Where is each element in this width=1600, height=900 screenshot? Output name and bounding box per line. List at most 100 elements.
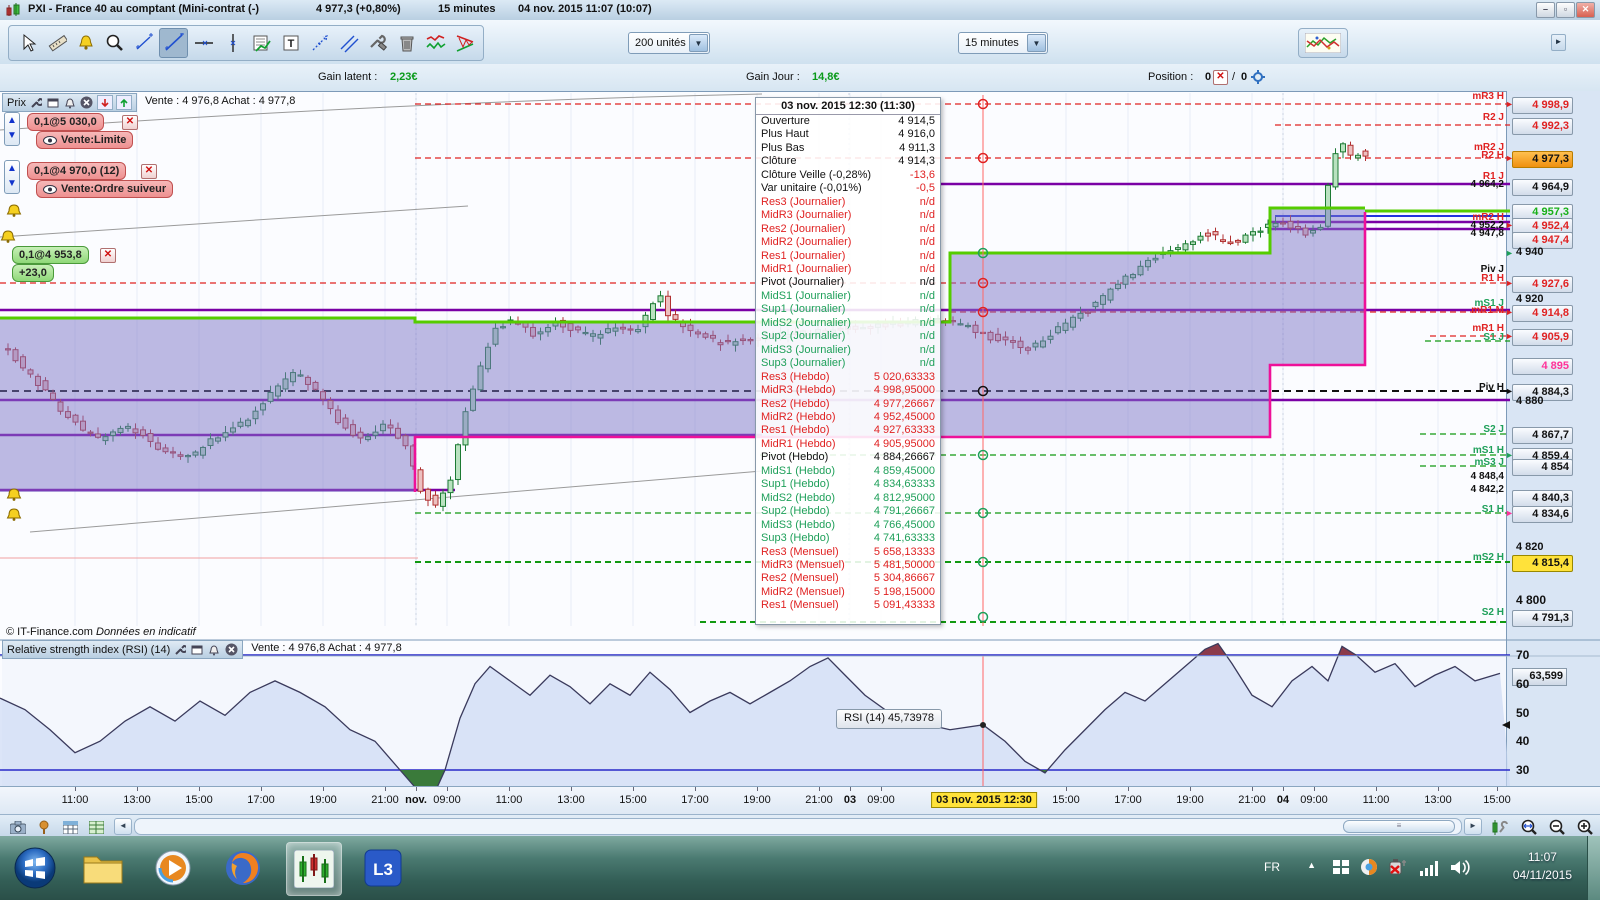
- tooltip-row: MidR3 (Mensuel) 5 481,50000: [761, 558, 935, 571]
- scroll-right-button[interactable]: ►: [1464, 818, 1482, 835]
- buy-arrow-icon[interactable]: [115, 95, 132, 110]
- snapshot-icon[interactable]: [6, 817, 30, 837]
- tools-tool-button[interactable]: [364, 29, 391, 57]
- toolbar-overflow-arrow[interactable]: ►: [1551, 34, 1566, 51]
- sell-arrow-icon[interactable]: [96, 95, 113, 110]
- position-settings-icon[interactable]: [1250, 69, 1266, 85]
- pattern-zigzag-tool-button[interactable]: [422, 29, 449, 57]
- clock-time: 11:07: [1527, 850, 1557, 864]
- taskbar-explorer-icon[interactable]: [76, 842, 130, 894]
- time-axis-label: 09:00: [433, 794, 461, 806]
- minimize-button[interactable]: –: [1536, 2, 1555, 18]
- price-axis-label: 4 815,4: [1512, 554, 1573, 572]
- price-axis-tick: 4 820: [1516, 541, 1544, 553]
- tray-app-icon[interactable]: [1360, 858, 1378, 876]
- drawing-tools-group: T: [8, 25, 484, 61]
- time-axis-label: nov.: [405, 794, 427, 806]
- maximize-button[interactable]: ▫: [1556, 2, 1575, 18]
- tooltip-row: Sup3 (Hebdo) 4 741,63333: [761, 532, 935, 545]
- rsi-axis-tick: 50: [1516, 706, 1530, 720]
- start-button[interactable]: [8, 842, 62, 894]
- pattern-triangle-tool-button[interactable]: [451, 29, 478, 57]
- wrench-icon[interactable]: [29, 96, 43, 109]
- price-axis-label: 4 998,9: [1512, 96, 1573, 114]
- cancel-order-icon[interactable]: ✕: [100, 248, 116, 263]
- time-tick: [1066, 787, 1067, 791]
- units-select-arrow-icon[interactable]: ▼: [689, 34, 708, 52]
- position-pnl-pill[interactable]: +23,0: [12, 264, 54, 282]
- price-panel-header: Prix Vente : 4 976,8 Achat : 4 977,8: [2, 93, 295, 112]
- close-button[interactable]: ✕: [1576, 2, 1595, 18]
- time-axis-label: 11:00: [1362, 794, 1390, 806]
- close-panel-icon[interactable]: [224, 643, 238, 656]
- alarm-tool-button[interactable]: [72, 29, 99, 57]
- pin-icon[interactable]: [32, 817, 56, 837]
- segment-tool-button[interactable]: [130, 29, 157, 57]
- order-type-pill[interactable]: Vente:Limite: [36, 131, 134, 149]
- zoom-out-icon[interactable]: [1544, 817, 1568, 837]
- wrench-icon[interactable]: [173, 643, 187, 656]
- zoom-in-icon[interactable]: [1572, 817, 1596, 837]
- alarm-icon[interactable]: [63, 96, 77, 109]
- taskbar-l3-icon[interactable]: L3: [356, 842, 410, 894]
- chart-settings-icon[interactable]: [1488, 817, 1512, 837]
- language-indicator[interactable]: FR: [1264, 860, 1280, 874]
- time-axis[interactable]: 11:00 13:00 15:00 17:00 19:00 21:00 nov. 09:00 1…: [0, 786, 1600, 815]
- position-separator: /: [1232, 71, 1236, 83]
- tray-expand-icon[interactable]: ▲: [1307, 860, 1316, 870]
- price-axis-label: 4 854: [1512, 458, 1573, 476]
- taskbar-clock[interactable]: 11:07 04/11/2015: [1513, 848, 1572, 884]
- order-pill[interactable]: 0,1@4 970,0 (12): [27, 162, 127, 180]
- chart-settings-tool-button[interactable]: [248, 29, 275, 57]
- parallel-lines-tool-button[interactable]: [335, 29, 362, 57]
- order-type-pill[interactable]: Vente:Ordre suiveur: [36, 180, 174, 198]
- zoom-tool-button[interactable]: [101, 29, 128, 57]
- order-move-handle[interactable]: ▲ ▼: [4, 112, 20, 146]
- taskbar-trading-app-icon[interactable]: [286, 842, 342, 896]
- table-icon[interactable]: [84, 817, 108, 837]
- horizontal-line-tool-button[interactable]: [190, 29, 217, 57]
- zoom-fit-icon[interactable]: [1516, 817, 1540, 837]
- action-center-icon[interactable]: [1332, 858, 1350, 876]
- vertical-line-tool-button[interactable]: [219, 29, 246, 57]
- chart-style-button[interactable]: [1298, 28, 1348, 58]
- cancel-order-icon[interactable]: ✕: [122, 115, 138, 130]
- timeframe-select[interactable]: 15 minutes ▼: [958, 32, 1048, 54]
- cancel-order-icon[interactable]: ✕: [141, 164, 157, 179]
- time-axis-label: 19:00: [743, 794, 771, 806]
- time-tick: [509, 787, 510, 791]
- units-select[interactable]: 200 unités ▼: [628, 32, 710, 54]
- close-panel-icon[interactable]: [80, 96, 94, 109]
- scrollbar-thumb[interactable]: ≡: [1343, 820, 1455, 833]
- close-position-icon[interactable]: ✕: [1213, 70, 1228, 85]
- arrows-tool-button[interactable]: [306, 29, 333, 57]
- trash-tool-button[interactable]: [393, 29, 420, 57]
- taskbar-media-player-icon[interactable]: [146, 842, 200, 894]
- power-status-icon[interactable]: [1388, 858, 1408, 876]
- text-tool-button[interactable]: T: [277, 29, 304, 57]
- tooltip-row: Res3 (Hebdo) 5 020,63333: [761, 370, 935, 383]
- show-desktop-button[interactable]: [1587, 836, 1600, 900]
- order-move-handle[interactable]: ▲ ▼: [4, 160, 20, 194]
- position-pill[interactable]: 0,1@4 953,8: [12, 246, 89, 264]
- grid-icon[interactable]: [58, 817, 82, 837]
- scroll-left-button[interactable]: ◄: [114, 818, 132, 835]
- volume-icon[interactable]: [1450, 859, 1472, 876]
- price-axis-label: 4 927,6: [1512, 275, 1573, 293]
- tooltip-row: MidR2 (Mensuel) 5 198,15000: [761, 585, 935, 598]
- timeframe-select-arrow-icon[interactable]: ▼: [1027, 34, 1046, 52]
- pointer-tool-button[interactable]: [14, 29, 41, 57]
- order-pill[interactable]: 0,1@5 030,0: [27, 113, 104, 131]
- horizontal-scrollbar[interactable]: ≡: [134, 818, 1462, 835]
- trendline-tool-button[interactable]: [159, 28, 188, 58]
- tooltip-row: MidS3 (Journalier) n/d: [761, 343, 935, 356]
- time-tick: [323, 787, 324, 791]
- time-axis-label: 11:00: [61, 794, 89, 806]
- time-tick: [261, 787, 262, 791]
- ruler-tool-button[interactable]: [43, 29, 70, 57]
- taskbar-firefox-icon[interactable]: [216, 842, 270, 894]
- window-icon[interactable]: [190, 643, 204, 656]
- alarm-icon[interactable]: [207, 643, 221, 656]
- window-icon[interactable]: [46, 96, 60, 109]
- network-icon[interactable]: [1420, 860, 1440, 876]
